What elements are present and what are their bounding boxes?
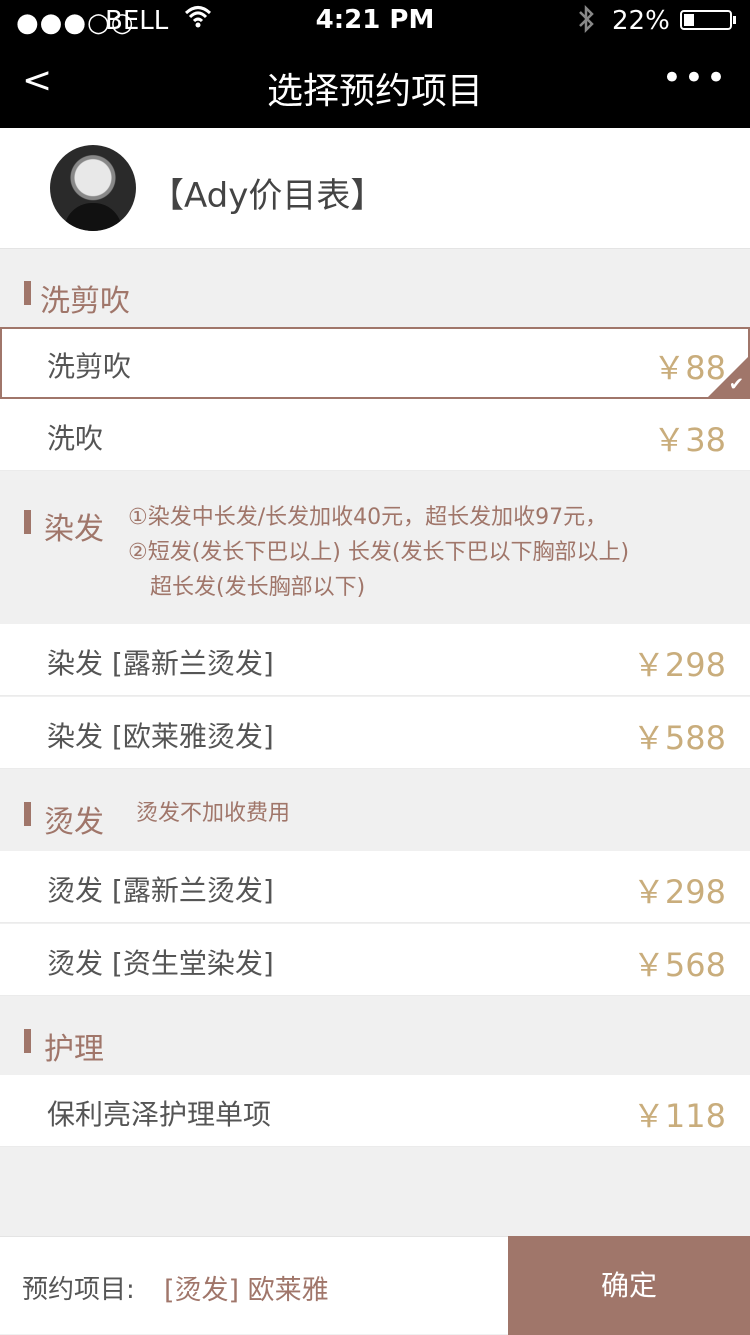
service-item[interactable]: 保利亮泽护理单项 ￥118	[0, 1075, 750, 1147]
section-title: 护理	[44, 1032, 104, 1067]
service-price: ￥568	[632, 946, 726, 984]
service-name: 染发 [露新兰烫发]	[47, 647, 274, 680]
status-bar: ●●●○○ BELL 4:21 PM 22%	[0, 0, 750, 40]
service-item-selected[interactable]: 洗剪吹 ￥88 ✔	[0, 327, 750, 399]
bluetooth-icon	[576, 4, 596, 41]
service-name: 烫发 [露新兰烫发]	[47, 874, 274, 907]
battery-level-fill	[684, 14, 694, 26]
section-note: 超长发(发长胸部以下)	[150, 575, 366, 600]
section-header-wash-cut-blow: 洗剪吹	[0, 249, 750, 327]
nav-bar: < 选择预约项目 •••	[0, 40, 750, 128]
battery-percent: 22%	[612, 6, 670, 36]
booking-footer: 预约项目: [烫发] 欧莱雅 确定	[0, 1236, 750, 1335]
section-note: ①染发中长发/长发加收40元，超长发加收97元，	[128, 505, 608, 530]
service-name: 洗剪吹	[47, 350, 132, 383]
stylist-header: 【Ady价目表】	[0, 128, 750, 249]
service-item[interactable]: 洗吹 ￥38	[0, 399, 750, 471]
service-name: 烫发 [资生堂染发]	[47, 947, 274, 980]
section-marker	[24, 802, 31, 826]
checkmark-icon: ✔	[728, 374, 744, 395]
page-title: 选择预约项目	[266, 71, 483, 112]
service-price: ￥588	[632, 719, 726, 757]
section-title: 染发	[44, 512, 104, 547]
service-item[interactable]: 烫发 [露新兰烫发] ￥298	[0, 851, 750, 923]
booking-label: 预约项目:	[22, 1275, 135, 1305]
avatar	[50, 145, 136, 231]
service-name: 保利亮泽护理单项	[47, 1098, 272, 1131]
section-marker	[24, 281, 31, 305]
section-marker	[24, 1029, 31, 1053]
service-name: 洗吹	[47, 422, 104, 455]
battery-icon	[680, 10, 736, 30]
section-header-perm: 烫发 烫发不加收费用	[0, 770, 750, 851]
section-title: 洗剪吹	[40, 284, 130, 319]
service-price: ￥38	[653, 421, 726, 459]
section-title: 烫发	[44, 805, 104, 840]
price-list-title: 【Ady价目表】	[150, 176, 385, 216]
section-header-care: 护理	[0, 997, 750, 1075]
service-item[interactable]: 染发 [欧莱雅烫发] ￥588	[0, 697, 750, 769]
service-price: ￥298	[632, 873, 726, 911]
service-name: 染发 [欧莱雅烫发]	[47, 720, 274, 753]
booking-selection: [烫发] 欧莱雅	[164, 1275, 329, 1306]
section-header-dye: 染发 ①染发中长发/长发加收40元，超长发加收97元， ②短发(发长下巴以上) …	[0, 472, 750, 624]
section-note: ②短发(发长下巴以上) 长发(发长下巴以下胸部以上)	[128, 540, 630, 565]
confirm-button[interactable]: 确定	[508, 1236, 750, 1335]
service-item[interactable]: 染发 [露新兰烫发] ￥298	[0, 624, 750, 696]
service-price: ￥118	[632, 1097, 726, 1135]
service-item[interactable]: 烫发 [资生堂染发] ￥568	[0, 924, 750, 996]
section-note: 烫发不加收费用	[136, 801, 291, 826]
service-price: ￥298	[632, 646, 726, 684]
more-options-button[interactable]: •••	[662, 58, 728, 98]
section-marker	[24, 510, 31, 534]
